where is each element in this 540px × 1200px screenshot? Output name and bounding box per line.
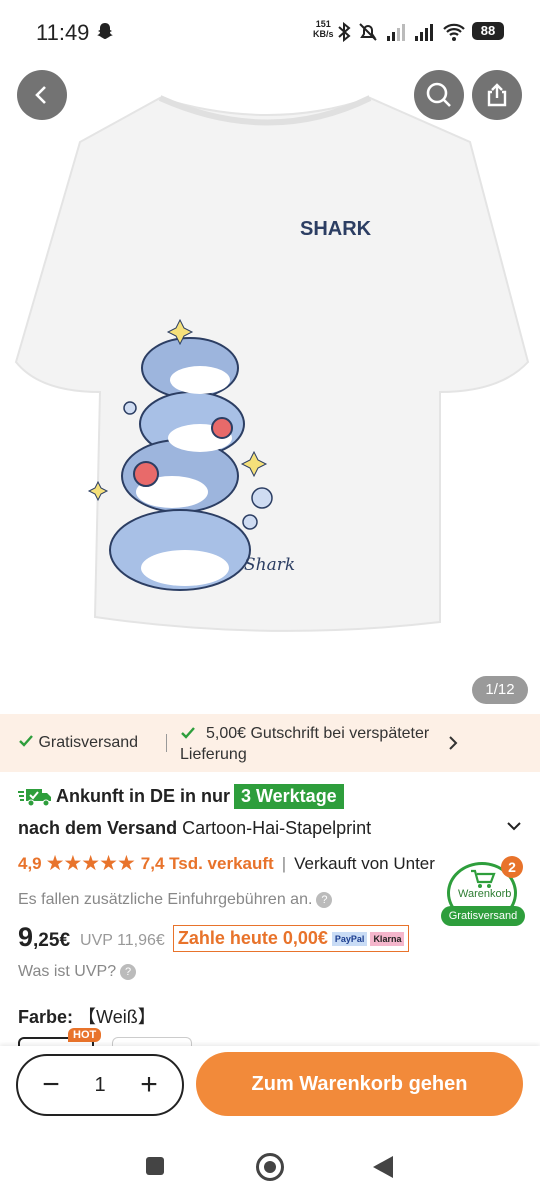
status-time: 11:49 xyxy=(36,20,90,45)
klarna-logo: Klarna xyxy=(370,931,405,946)
bluetooth-icon xyxy=(338,22,351,42)
quantity-stepper: − 1 + xyxy=(16,1054,184,1116)
go-to-cart-button[interactable]: Zum Warenkorb gehen xyxy=(196,1052,523,1116)
late-delivery-credit: 5,00€ Gutschrift bei verspäteter Lieferu… xyxy=(180,725,430,763)
decrease-button[interactable]: − xyxy=(36,1070,66,1100)
network-rate: 151 KB/s xyxy=(313,19,334,39)
free-shipping-badge: Gratisversand xyxy=(441,906,525,926)
paypal-logo: PayPal xyxy=(331,931,368,946)
price: 9,25€ xyxy=(18,922,71,952)
divider xyxy=(166,734,167,752)
product-image-gallery[interactable]: SHARK Shark 1/12 xyxy=(0,62,540,714)
snapchat-icon xyxy=(97,23,113,39)
increase-button[interactable]: + xyxy=(134,1070,164,1100)
product-title: nach dem Versand Cartoon-Hai-Stapelprint xyxy=(18,818,372,838)
signal-icon-2 xyxy=(415,24,433,41)
hot-badge: HOT xyxy=(68,1028,102,1042)
benefits-strip[interactable]: Gratisversand 5,00€ Gutschrift bei versp… xyxy=(0,714,540,772)
price-row: 9,25€ UVP 11,96€ Zahle heute 0,00€ PayPa… xyxy=(18,922,410,953)
back-icon[interactable] xyxy=(373,1156,393,1178)
search-icon xyxy=(426,82,451,107)
uvp-price: UVP 11,96€ xyxy=(80,932,165,949)
image-counter: 1/12 xyxy=(472,676,528,704)
recent-apps-icon[interactable] xyxy=(146,1157,164,1175)
product-image: SHARK Shark xyxy=(14,95,530,632)
free-shipping-benefit: Gratisversand xyxy=(18,734,138,752)
delivery-truck-icon xyxy=(18,788,51,806)
status-bar: 11:49 151 KB/s 88 xyxy=(0,0,540,62)
cart-icon xyxy=(471,869,496,888)
rating-score: 4,9 xyxy=(18,853,42,873)
sold-by: Verkauft von Unter xyxy=(294,853,435,873)
cart-count-badge: 2 xyxy=(501,856,523,878)
share-icon xyxy=(487,83,507,107)
search-button[interactable] xyxy=(414,70,464,120)
divider: | xyxy=(281,853,287,873)
chevron-left-icon xyxy=(35,86,46,104)
system-nav-bar xyxy=(0,1128,540,1200)
action-bar: − 1 + Zum Warenkorb gehen xyxy=(0,1046,540,1128)
import-fee-note: Es fallen zusätzliche Einfuhrgebühren an… xyxy=(18,891,333,909)
print-text: SHARK xyxy=(300,218,372,240)
uvp-help[interactable]: Was ist UVP?? xyxy=(18,963,137,981)
color-selector-label: Farbe: 【Weiß】 xyxy=(18,1007,156,1027)
home-icon[interactable] xyxy=(256,1153,284,1181)
mute-icon xyxy=(359,23,377,41)
rating-row[interactable]: 4,9 ★★★★★ 7,4 Tsd. verkauft | Verkauft v… xyxy=(18,851,463,876)
back-button[interactable] xyxy=(17,70,67,120)
arrival-info: Ankunft in DE in nur 3 Werktage xyxy=(18,784,344,809)
signal-icon xyxy=(387,24,405,41)
signature-text: Shark xyxy=(244,555,295,575)
chevron-down-icon[interactable] xyxy=(506,820,522,832)
share-button[interactable] xyxy=(472,70,522,120)
battery-indicator: 88 xyxy=(472,22,504,40)
wifi-icon xyxy=(443,23,465,41)
delivery-days-badge: 3 Werktage xyxy=(233,784,344,809)
help-icon[interactable]: ? xyxy=(120,964,137,980)
pay-later-box[interactable]: Zahle heute 0,00€ PayPal Klarna xyxy=(172,925,410,952)
help-icon[interactable]: ? xyxy=(316,892,333,908)
rating-stars: ★★★★★ xyxy=(45,852,136,875)
check-icon xyxy=(19,735,33,747)
sold-count: 7,4 Tsd. verkauft xyxy=(140,853,274,873)
floating-cart-button[interactable]: Warenkorb 2 Gratisversand xyxy=(441,856,525,930)
cart-label: Warenkorb xyxy=(458,888,512,900)
quantity-value[interactable]: 1 xyxy=(94,1074,105,1097)
chevron-right-icon xyxy=(449,736,458,750)
